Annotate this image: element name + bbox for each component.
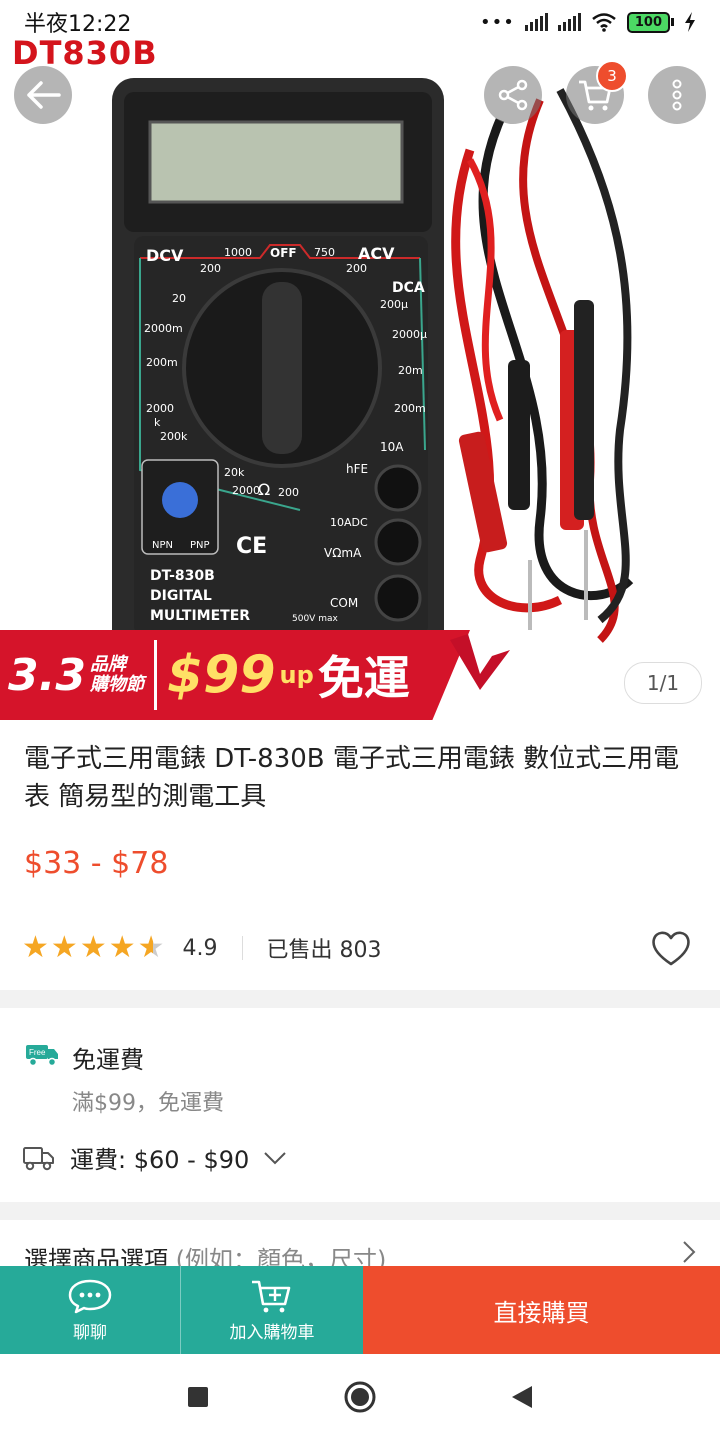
share-button[interactable] <box>484 66 542 124</box>
meter-label-max: 500V max <box>292 614 338 624</box>
meter-label-vma: VΩmA <box>324 546 362 560</box>
meter-label-200m: 200m <box>146 356 178 369</box>
chevron-right-icon <box>683 1241 696 1263</box>
star-icon: ★ <box>50 930 78 965</box>
battery-icon: 100 <box>626 11 674 33</box>
meter-label-200m2: 200m <box>394 402 426 415</box>
meter-label-200c: 200 <box>278 486 299 499</box>
recent-apps-icon[interactable] <box>186 1385 210 1409</box>
meter-label-dca: DCA <box>392 280 425 296</box>
meter-label-1000: 1000 <box>224 246 252 259</box>
meter-label-ohm: Ω <box>258 480 271 499</box>
product-price-range: $33 - $78 <box>24 846 169 881</box>
star-icon: ★ <box>108 930 136 965</box>
meter-label-2000m: 2000m <box>144 322 183 335</box>
shipping-fee: 運費: $60 - $90 <box>70 1146 250 1174</box>
section-divider <box>0 990 720 1008</box>
image-page-indicator: 1/1 <box>624 662 702 704</box>
meter-label-200b: 200 <box>346 262 367 275</box>
free-shipping-condition: 滿$99，免運費 <box>72 1091 224 1116</box>
free-shipping-truck-icon: Free <box>26 1045 58 1067</box>
meter-line1: DIGITAL <box>150 588 212 604</box>
signal-icon-2 <box>557 13 581 31</box>
promo-divider <box>153 640 157 710</box>
cart-count-badge: 3 <box>596 60 628 92</box>
buy-now-button[interactable]: 直接購買 <box>363 1266 720 1354</box>
back-triangle-icon[interactable] <box>510 1384 534 1410</box>
add-to-cart-icon <box>252 1280 291 1312</box>
meter-label-hfe: hFE <box>346 462 369 476</box>
charging-icon <box>685 12 695 32</box>
meter-label-k: k <box>154 416 161 429</box>
promo-price: $99 <box>166 645 276 705</box>
home-icon[interactable] <box>343 1380 377 1414</box>
chevron-down-icon <box>264 1151 286 1164</box>
system-nav-bar <box>0 1354 720 1440</box>
more-options-button[interactable] <box>648 66 706 124</box>
meter-model: DT-830B <box>150 568 215 584</box>
meter-label-750: 750 <box>314 246 335 259</box>
meter-line2: MULTIMETER <box>150 608 251 624</box>
truck-icon <box>23 1146 54 1170</box>
status-time: 半夜12:22 <box>24 12 132 37</box>
rating-stars: ★ ★ ★ ★ ★ <box>22 933 165 963</box>
rating-value: 4.9 <box>182 935 218 961</box>
chat-button[interactable]: 聊聊 <box>0 1266 180 1354</box>
star-icon: ★ <box>79 930 107 965</box>
cart-button[interactable]: 3 <box>566 60 628 124</box>
add-to-cart-label: 加入購物車 <box>229 1322 315 1343</box>
battery-level: 100 <box>626 11 670 33</box>
meter-label-acv: ACV <box>358 244 395 263</box>
dots-icon: ••• <box>480 11 515 33</box>
meter-label-200u: 200μ <box>380 298 408 311</box>
promo-free: 免運 <box>317 651 410 705</box>
meter-label-20k: 20k <box>224 466 245 479</box>
meter-label-10a: 10A <box>380 440 404 454</box>
bottom-action-bar: 聊聊 加入購物車 直接購買 <box>0 1266 720 1354</box>
sold-count: 已售出 803 <box>266 938 382 963</box>
meter-label-2000: 2000 <box>232 484 260 497</box>
status-bar: 半夜12:22 ••• 100 <box>0 0 720 44</box>
shipping-fee-row[interactable]: 運費: $60 - $90 <box>22 1140 287 1175</box>
section-divider <box>0 1202 720 1220</box>
promo-event-sub-1: 品牌 <box>89 654 126 675</box>
meter-label-10adc: 10ADC <box>330 516 368 529</box>
chat-label: 聊聊 <box>73 1322 107 1343</box>
add-to-cart-button[interactable]: 加入購物車 <box>180 1266 363 1354</box>
signal-icon <box>524 13 548 31</box>
half-star-icon: ★ <box>137 930 165 965</box>
promo-ribbon-icon <box>450 634 510 690</box>
favorite-heart-icon[interactable] <box>650 928 692 968</box>
back-button[interactable] <box>14 66 72 124</box>
meter-label-ce: CE <box>236 534 268 559</box>
promo-event-sub-2: 購物節 <box>89 674 144 695</box>
share-icon <box>498 79 528 111</box>
meter-label-off: OFF <box>270 246 297 260</box>
rating-row[interactable]: ★ ★ ★ ★ ★ 4.9 已售出 803 <box>22 928 698 968</box>
star-icon: ★ <box>22 930 49 965</box>
product-image[interactable]: DCV 1000 200 OFF 750 200 ACV DCA 200μ 20… <box>0 0 720 720</box>
meter-label-2000u: 2000μ <box>392 328 427 341</box>
meter-label-200k: 200k <box>160 430 188 443</box>
promo-banner: 3.3 品牌 購物節 $99 up 免運 <box>0 630 520 720</box>
meter-label-200a: 200 <box>200 262 221 275</box>
meter-label-com: COM <box>330 596 359 610</box>
meter-label-20: 20 <box>172 292 186 305</box>
meter-label-pnp: PNP <box>190 540 210 551</box>
free-shipping-row[interactable]: Free 免運費 滿$99，免運費 <box>22 1040 224 1117</box>
arrow-left-icon <box>27 81 61 109</box>
free-badge-text: Free <box>29 1048 46 1057</box>
meter-label-20m: 20m <box>398 364 423 377</box>
wifi-icon <box>592 13 616 32</box>
promo-up: up <box>279 661 314 689</box>
divider <box>241 936 243 960</box>
promo-event: 3.3 <box>8 649 86 701</box>
meter-label-dcv: DCV <box>146 246 184 265</box>
free-shipping-title: 免運費 <box>72 1046 144 1074</box>
more-vertical-icon <box>672 79 682 111</box>
chat-bubble-icon <box>68 1279 112 1313</box>
meter-label-npn: NPN <box>152 540 173 551</box>
meter-label-2000k: 2000 <box>146 402 174 415</box>
product-title: 電子式三用電錶 DT-830B 電子式三用電錶 數位式三用電表 簡易型的測電工具 <box>24 744 680 812</box>
